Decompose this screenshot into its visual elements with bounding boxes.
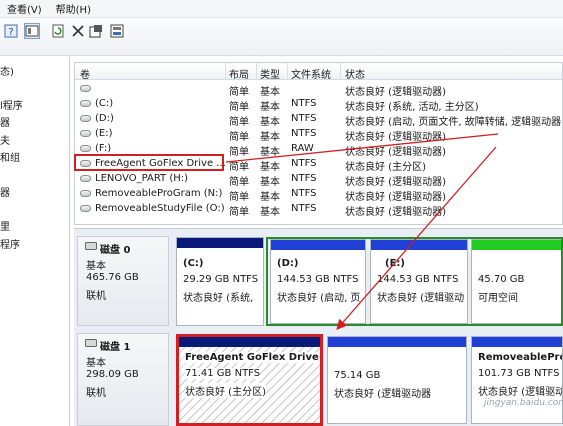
disk-1-label[interactable]: 磁盘 1 基本 298.09 GB 联机 xyxy=(77,333,169,426)
menu-view[interactable]: 查看(V) xyxy=(0,1,49,16)
disk-icon xyxy=(80,85,91,92)
partition-logical-1[interactable]: 75.14 GB 状态良好 (逻辑驱动器 xyxy=(327,336,467,424)
properties-icon[interactable] xyxy=(88,23,104,39)
column-filesystem[interactable]: 文件系统 xyxy=(291,66,331,81)
disk-drive-icon xyxy=(85,242,97,250)
toolbar: ? xyxy=(0,18,563,56)
extended-partition-outline xyxy=(266,237,563,326)
disk-state: 联机 xyxy=(86,388,106,399)
disk-icon xyxy=(80,100,91,107)
volume-row[interactable]: (C:) 简单 基本 NTFS 状态良好 (系统, 活动, 主分区) xyxy=(75,97,562,113)
column-layout[interactable]: 布局 xyxy=(229,66,249,81)
column-type[interactable]: 类型 xyxy=(260,66,280,81)
disk-kind: 基本 xyxy=(86,358,106,369)
disk-drive-icon xyxy=(85,339,97,347)
disk-kind: 基本 xyxy=(86,261,106,272)
volume-list-header: 卷 布局 类型 文件系统 状态 xyxy=(75,63,562,81)
watermark: jingyan.baidu.com xyxy=(484,398,563,408)
disk-state: 联机 xyxy=(86,291,106,302)
disk-icon xyxy=(80,115,91,122)
highlight-box-freeagent-row xyxy=(74,154,224,171)
disk-icon xyxy=(80,190,91,197)
help-icon[interactable]: ? xyxy=(3,23,19,39)
disk-title: 磁盘 0 xyxy=(100,245,131,256)
refresh-icon[interactable] xyxy=(50,23,66,39)
console-view-icon[interactable] xyxy=(24,23,40,39)
nav-item[interactable]: 和组 xyxy=(0,149,20,164)
disk-0-label[interactable]: 磁盘 0 基本 465.76 GB 联机 xyxy=(77,236,169,326)
disk-icon xyxy=(80,175,91,182)
nav-item[interactable]: 夫 xyxy=(0,132,10,147)
disk-size: 465.76 GB xyxy=(86,272,139,283)
menu-help[interactable]: 帮助(H) xyxy=(49,1,98,16)
volume-row[interactable]: (E:) 简单 基本 NTFS 状态良好 (逻辑驱动器) xyxy=(75,127,562,143)
volume-row[interactable]: RemoveableProGram (N:) 简单 基本 NTFS 状态良好 (… xyxy=(75,187,562,203)
nav-item[interactable]: 里 xyxy=(0,218,10,233)
volume-row[interactable]: (D:) 简单 基本 NTFS 状态良好 (启动, 页面文件, 故障转储, 逻辑… xyxy=(75,112,562,128)
disk-icon xyxy=(80,205,91,212)
nav-item[interactable]: 器 xyxy=(0,114,10,129)
navigation-pane: 态) l程序 器 夫 和组 器 里 程序 xyxy=(0,57,70,426)
delete-icon[interactable] xyxy=(70,23,86,39)
volume-row[interactable]: 简单 基本 状态良好 (逻辑驱动器) xyxy=(75,82,562,98)
partition-removeable-program[interactable]: RemoveableProC 101.73 GB NTFS 状态良好 (逻辑驱动 xyxy=(471,336,563,424)
disk-icon xyxy=(80,130,91,137)
disk-icon xyxy=(80,145,91,152)
nav-item[interactable]: 器 xyxy=(0,184,10,199)
column-volume[interactable]: 卷 xyxy=(80,66,90,81)
menu-bar: 查看(V) 帮助(H) xyxy=(0,0,563,18)
column-status[interactable]: 状态 xyxy=(345,66,365,81)
volume-row[interactable]: LENOVO_PART (H:) 简单 基本 NTFS 状态良好 (逻辑驱动器) xyxy=(75,172,562,188)
nav-item[interactable]: 程序 xyxy=(0,236,20,251)
highlight-box-freeagent-partition xyxy=(176,334,323,426)
options-icon[interactable] xyxy=(109,23,125,39)
volume-row[interactable]: RemoveableStudyFile (O:) 简单 基本 NTFS 状态良好… xyxy=(75,202,562,218)
volume-list: 卷 布局 类型 文件系统 状态 简单 基本 状态良好 (逻辑驱动器) (C:) … xyxy=(74,62,563,225)
nav-item[interactable]: 态) xyxy=(0,63,14,78)
disk-title: 磁盘 1 xyxy=(100,342,131,353)
partition-c[interactable]: (C:) 29.29 GB NTFS 状态良好 (系统, xyxy=(176,237,264,326)
svg-text:?: ? xyxy=(8,27,13,38)
nav-item[interactable]: l程序 xyxy=(0,97,23,112)
disk-size: 298.09 GB xyxy=(86,369,139,380)
